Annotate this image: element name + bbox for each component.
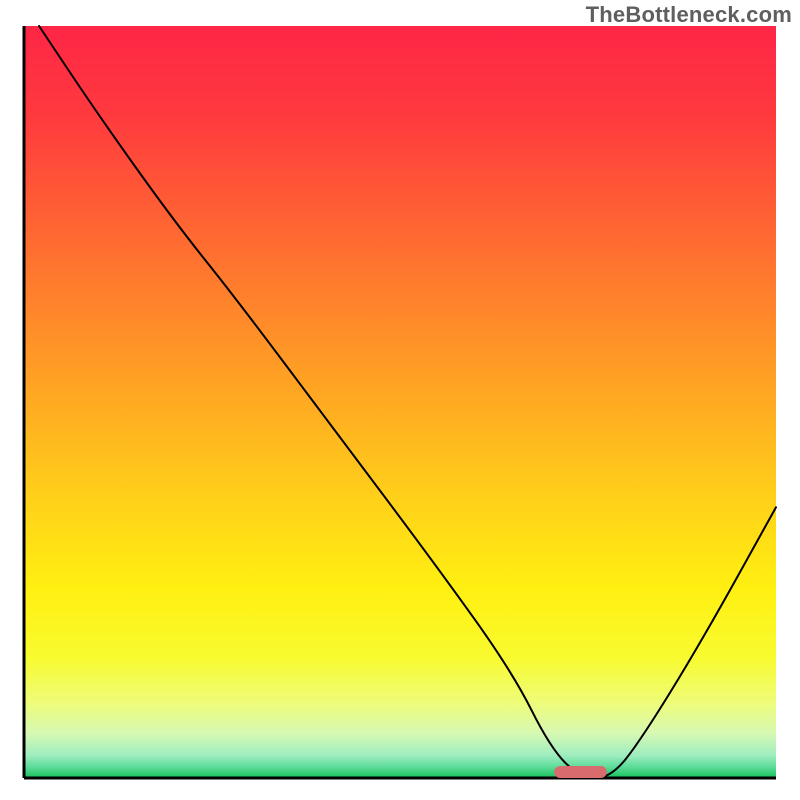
bottleneck-chart: [0, 0, 800, 800]
plot-background: [24, 26, 776, 778]
chart-container: TheBottleneck.com: [0, 0, 800, 800]
minimum-marker: [554, 766, 607, 778]
watermark-text: TheBottleneck.com: [586, 2, 792, 28]
